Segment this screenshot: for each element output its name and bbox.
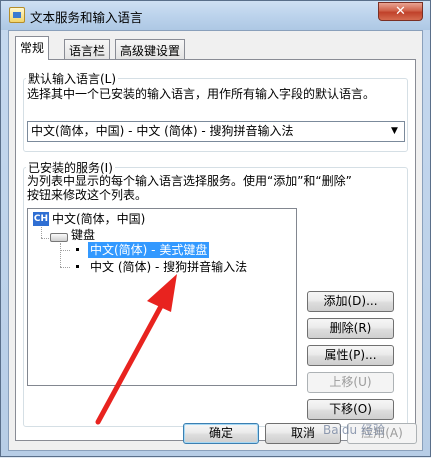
dialog-window: 文本服务和输入语言 ✕ 常规 语言栏 高级键设置 默认输入语言(L) 选择其中一… — [0, 0, 431, 457]
tab-general[interactable]: 常规 — [15, 36, 50, 60]
annotation-arrow-icon — [95, 274, 177, 425]
watermark: Baidu 经验 — [323, 423, 385, 437]
